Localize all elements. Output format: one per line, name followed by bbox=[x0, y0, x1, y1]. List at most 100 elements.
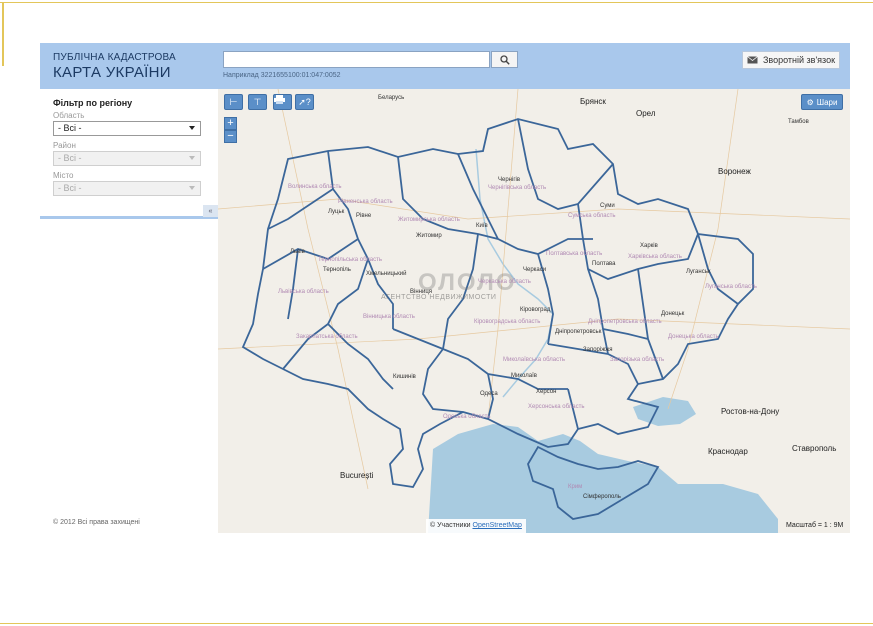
region-label: Вінницька область bbox=[363, 314, 415, 320]
region-label: Тернопільська область bbox=[318, 257, 382, 263]
region-label: Херсонська область bbox=[528, 404, 585, 410]
cadastral-search-input[interactable] bbox=[223, 51, 490, 68]
city-label: Ростов-на-Дону bbox=[721, 407, 780, 416]
oblast-select-value: - Всі - bbox=[58, 123, 82, 133]
region-filter-panel: Фільтр по регіону Область - Всі - Район … bbox=[40, 89, 218, 219]
layers-label: Шари bbox=[816, 97, 838, 107]
city-label: Київ bbox=[476, 223, 488, 229]
city-label: Луцьк bbox=[328, 209, 345, 215]
ruler-icon: ⊢ bbox=[229, 96, 238, 107]
slide-frame-left bbox=[2, 2, 4, 66]
measure-length-button[interactable]: ⊢ bbox=[224, 94, 243, 110]
black-sea bbox=[428, 424, 778, 533]
city-label: Черкаси bbox=[523, 267, 547, 273]
slide-frame-bottom bbox=[0, 623, 873, 624]
brand-title-line1: ПУБЛІЧНА КАДАСТРОВА bbox=[53, 52, 176, 63]
region-label: Запорізька область bbox=[610, 357, 665, 363]
print-button[interactable] bbox=[273, 94, 292, 110]
city-label: Житомир bbox=[416, 233, 442, 239]
search-icon bbox=[499, 54, 510, 65]
feedback-button[interactable]: Зворотній зв'язок bbox=[742, 51, 840, 69]
zoom-out-button[interactable]: − bbox=[224, 130, 237, 143]
area-icon: ⊤ bbox=[253, 96, 262, 107]
city-label: Харків bbox=[640, 243, 658, 249]
search-button[interactable] bbox=[491, 51, 518, 68]
raion-select[interactable]: - Всі - bbox=[53, 151, 201, 166]
brand-title-line2: КАРТА УКРАЇНИ bbox=[53, 64, 171, 81]
region-label: Донецька область bbox=[668, 334, 719, 340]
city-label: Ставрополь bbox=[792, 444, 837, 453]
envelope-icon bbox=[747, 56, 758, 64]
map-viewport[interactable]: ⊢ ⊤ ➚? + − ⚙ Шари ОЛОЛО АГЕНТСТВО НЕДВИЖ… bbox=[218, 89, 850, 533]
region-label: Миколаївська область bbox=[503, 357, 565, 363]
region-label: Крим bbox=[568, 484, 583, 490]
region-label: Сумська область bbox=[568, 213, 616, 219]
cadastral-map-app: ПУБЛІЧНА КАДАСТРОВА КАРТА УКРАЇНИ Наприк… bbox=[40, 43, 850, 533]
city-label: Одеса bbox=[480, 391, 498, 397]
city-label: Кишинів bbox=[393, 374, 416, 380]
slide-frame-top bbox=[0, 2, 873, 3]
region-label: Харківська область bbox=[628, 254, 682, 260]
region-label: Житомирська область bbox=[398, 217, 460, 223]
region-label: Луганська область bbox=[705, 284, 757, 290]
city-label: Миколаїв bbox=[511, 373, 537, 379]
city-label: Полтава bbox=[592, 261, 616, 267]
city-label: Тамбов bbox=[788, 119, 809, 125]
copyright-text: © 2012 Всі права захищені bbox=[53, 519, 140, 526]
chevron-down-icon bbox=[189, 126, 195, 130]
region-label: Одеська область bbox=[443, 414, 491, 420]
city-label: Сімферополь bbox=[583, 494, 621, 500]
city-select[interactable]: - Всі - bbox=[53, 181, 201, 196]
attribution-prefix: © Участники bbox=[430, 522, 471, 529]
city-label: Тернопіль bbox=[323, 267, 351, 273]
region-label: Волинська область bbox=[288, 184, 342, 190]
city-label: Кіровоград bbox=[520, 307, 551, 313]
header-bar: ПУБЛІЧНА КАДАСТРОВА КАРТА УКРАЇНИ Наприк… bbox=[40, 43, 850, 89]
city-label: Херсон bbox=[536, 389, 557, 395]
search-hint: Наприклад 3221655100:01:047:0052 bbox=[223, 72, 341, 79]
city-label: București bbox=[340, 471, 374, 480]
city-label: Місто bbox=[53, 171, 74, 180]
city-select-value: - Всі - bbox=[58, 183, 82, 193]
raion-label: Район bbox=[53, 141, 76, 150]
region-label: Черкаська область bbox=[478, 279, 531, 285]
region-label: Кіровоградська область bbox=[474, 319, 541, 325]
measure-area-button[interactable]: ⊤ bbox=[248, 94, 267, 110]
map-attribution: © Участники OpenStreetMap bbox=[426, 519, 526, 533]
gear-icon: ⚙ bbox=[806, 97, 814, 107]
printer-icon bbox=[274, 95, 285, 104]
city-label: Чернігів bbox=[498, 177, 521, 183]
region-label: Дніпропетровська область bbox=[588, 319, 662, 325]
region-label: Чернігівська область bbox=[488, 185, 547, 191]
cursor-question-icon: ➚? bbox=[298, 96, 311, 107]
feedback-label: Зворотній зв'язок bbox=[762, 55, 836, 65]
region-label: Закарпатська область bbox=[296, 334, 358, 340]
city-label: Донецьк bbox=[661, 311, 685, 317]
identify-button[interactable]: ➚? bbox=[295, 94, 314, 110]
collapse-panel-button[interactable]: « bbox=[203, 205, 218, 217]
city-label: Краснодар bbox=[708, 447, 748, 456]
chevron-down-icon bbox=[189, 156, 195, 160]
filter-title: Фільтр по регіону bbox=[53, 98, 133, 108]
city-label: Беларусь bbox=[378, 95, 405, 101]
city-label: Вінниця bbox=[410, 289, 432, 295]
city-label: Хмельницький bbox=[366, 271, 407, 277]
openstreetmap-link[interactable]: OpenStreetMap bbox=[473, 522, 522, 529]
chevron-down-icon bbox=[189, 186, 195, 190]
layers-button[interactable]: ⚙ Шари bbox=[801, 94, 843, 110]
sea-of-azov bbox=[633, 397, 696, 426]
region-label: Рівненська область bbox=[338, 199, 393, 205]
city-label: Орел bbox=[636, 109, 656, 118]
city-label: Дніпропетровськ bbox=[555, 329, 602, 335]
city-label: Воронеж bbox=[718, 167, 751, 176]
city-label: Луганськ bbox=[686, 269, 711, 275]
map-scale: Масштаб = 1 : 9M bbox=[786, 522, 844, 529]
zoom-in-button[interactable]: + bbox=[224, 117, 237, 130]
watermark-subtitle: АГЕНТСТВО НЕДВИЖИМОСТИ bbox=[381, 294, 497, 301]
city-label: Суми bbox=[600, 203, 615, 209]
region-label: Полтавська область bbox=[546, 251, 603, 257]
city-label: Брянск bbox=[580, 97, 606, 106]
oblast-select[interactable]: - Всі - bbox=[53, 121, 201, 136]
oblast-label: Область bbox=[53, 111, 85, 120]
city-label: Рівне bbox=[356, 213, 372, 219]
